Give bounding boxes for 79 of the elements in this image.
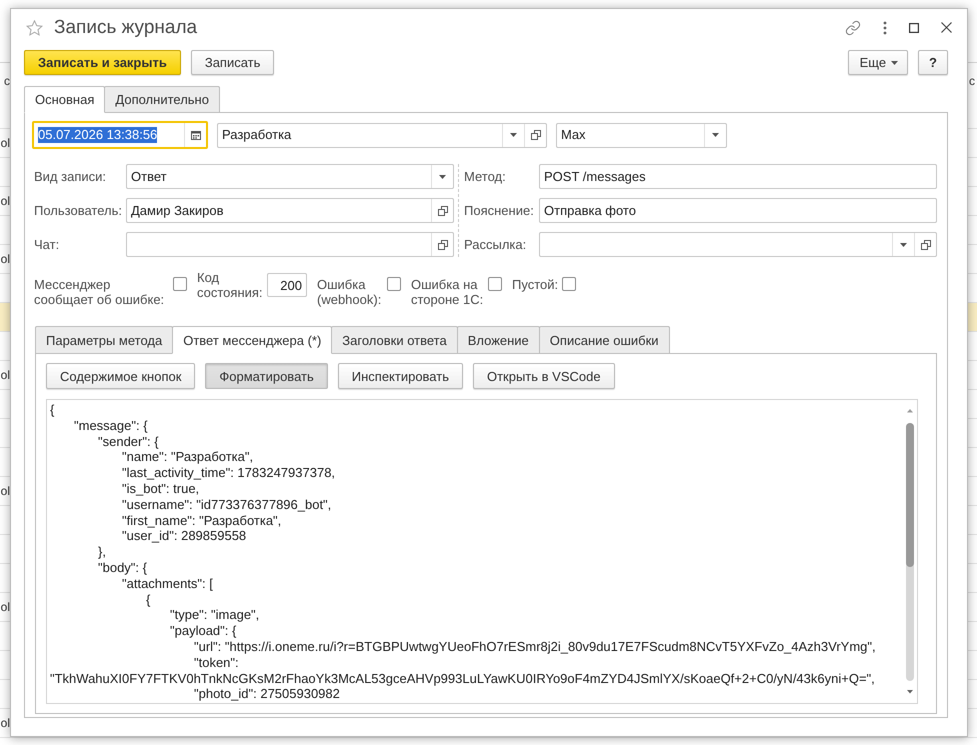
caret-icon[interactable] [510, 133, 517, 137]
checkbox-label: Пустой: [512, 277, 558, 292]
open-icon[interactable] [438, 206, 448, 216]
caret-icon[interactable] [712, 133, 719, 137]
input-field[interactable] [126, 232, 454, 257]
code-line: "message": { [73, 418, 148, 434]
toolbar-button[interactable]: Инспектировать [338, 363, 463, 389]
code-line: "url": "https://i.oneme.ru/i?r=BTGBPUwtwgYUeoFhO7rESmr8j2i_80v9du17E7FScudm8NCvT5YXFvZo_4Azh3VrYmg", [193, 638, 876, 655]
number-field[interactable]: 200 [267, 273, 307, 297]
save-and-close-button[interactable]: Записать и закрыть [24, 50, 181, 75]
toolbar-button[interactable]: Форматировать [205, 363, 328, 389]
dropdown-field[interactable]: Ответ [126, 164, 454, 189]
code-line: "last_activity_time": 1783247937378, [121, 465, 336, 481]
code-line: "user_id": 289859558 [121, 528, 246, 544]
help-button[interactable]: ? [918, 50, 948, 75]
code-line: "username": "id773376377896_bot", [121, 496, 332, 513]
tab[interactable]: Заголовки ответа [331, 326, 458, 353]
dropdown-field[interactable] [539, 232, 937, 257]
input-field[interactable]: POST /messages [539, 164, 937, 189]
calendar-icon[interactable] [190, 130, 200, 140]
field-label: Пояснение: [464, 203, 535, 218]
code-line: "body": { [97, 560, 147, 576]
checkbox[interactable] [488, 277, 502, 291]
date-field[interactable]: 05.07.2026 13:38:56 [32, 121, 208, 149]
checkbox-label: Мессенджер сообщает об ошибке: [34, 277, 166, 307]
code-line: "sender": { [97, 434, 159, 450]
checkbox-label: Ошибка на стороне 1С: [411, 277, 484, 307]
open-icon[interactable] [438, 240, 448, 250]
link-icon[interactable] [845, 20, 861, 36]
maximize-icon[interactable] [909, 22, 919, 32]
field-label: Чат: [34, 237, 60, 252]
input-field[interactable]: Дамир Закиров [126, 198, 454, 223]
more-icon[interactable] [883, 20, 887, 34]
checkbox[interactable] [562, 277, 576, 291]
field-label: Метод: [464, 169, 507, 184]
column-header: с [4, 74, 10, 90]
caret-icon[interactable] [900, 242, 907, 246]
field-label: Пользователь: [34, 203, 123, 218]
code-line: "name": "Разработка", [121, 449, 254, 466]
open-icon[interactable] [920, 240, 930, 250]
code-line: { [50, 402, 54, 418]
column-header: с [969, 74, 975, 90]
code-line: { [145, 592, 150, 608]
caret-icon[interactable] [439, 174, 446, 178]
tab[interactable]: Вложение [456, 326, 540, 353]
code-line: "first_name": "Разработка", [121, 512, 282, 528]
save-button[interactable]: Записать [190, 50, 274, 75]
dropdown-field[interactable]: Max [556, 122, 727, 148]
table-cell[interactable] [0, 303, 10, 331]
response-text-area[interactable] [46, 399, 918, 704]
window-title: Запись журнала [54, 16, 198, 38]
toolbar-button[interactable]: Содержимое кнопок [46, 363, 196, 389]
field-label: Рассылка: [464, 237, 528, 252]
star-icon[interactable] [26, 20, 43, 36]
checkbox-label: Ошибка (webhook): [317, 277, 382, 307]
caret-icon[interactable] [891, 60, 898, 64]
code-line: "photo_id": 27505930982 [193, 686, 340, 702]
input-field[interactable]: Отправка фото [539, 198, 937, 223]
open-icon[interactable] [530, 130, 540, 140]
field-label: Код состояния: [197, 270, 263, 300]
dropdown-field[interactable]: Разработка [217, 122, 547, 148]
checkbox[interactable] [387, 277, 401, 291]
code-line: }, [97, 544, 106, 560]
close-icon[interactable] [941, 22, 952, 33]
code-line: "is_bot": true, [121, 480, 200, 497]
code-line: "payload": { [169, 623, 236, 639]
tab[interactable]: Параметры метода [35, 326, 174, 353]
table-cell[interactable] [968, 303, 977, 331]
tab[interactable]: Ответ мессенджера (*) [172, 326, 332, 354]
more-button[interactable]: Еще [848, 50, 908, 75]
checkbox[interactable] [173, 277, 187, 291]
code-line: "type": "image", [169, 607, 260, 624]
tab[interactable]: Дополнительно [104, 86, 220, 112]
tab[interactable]: Описание ошибки [538, 326, 670, 353]
toolbar-button[interactable]: Открыть в VSCode [472, 363, 615, 389]
field-label: Вид записи: [34, 169, 107, 184]
code-line: "attachments": [ [121, 576, 213, 592]
code-line: "token": "TkhWahuXI0FY7FTKV0hTnkNcGKsM2rFhaoYk3McAL53gceAHVp993LuLYawKU0IRYo9oF4mZYD4JSmlYX/sKoaeQf+2+C0/yN/43k6yni+Q=", [50, 654, 876, 686]
tab[interactable]: Основная [24, 86, 106, 113]
